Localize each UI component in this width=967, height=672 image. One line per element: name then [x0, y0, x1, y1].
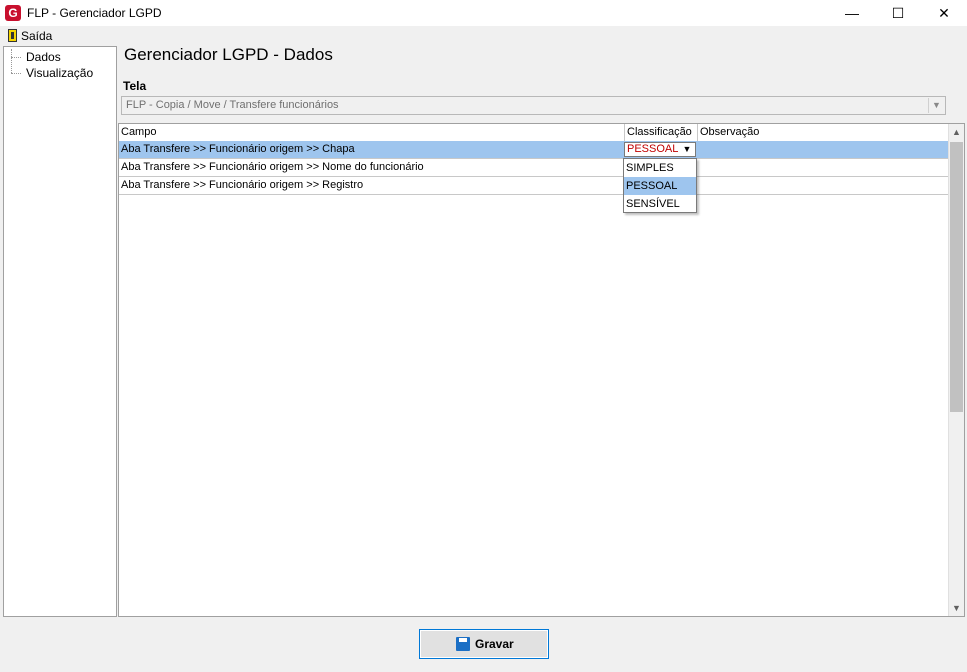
close-button[interactable]: ✕ [921, 0, 967, 26]
cell-campo[interactable]: Aba Transfere >> Funcionário origem >> N… [119, 159, 625, 176]
minimize-button[interactable]: — [829, 0, 875, 26]
tree-item-visualizacao[interactable]: Visualização [26, 65, 93, 81]
classificacao-editor[interactable]: PESSOAL ▼ [624, 142, 696, 157]
dropdown-option-pessoal[interactable]: PESSOAL [624, 177, 696, 195]
column-header-campo[interactable]: Campo [119, 124, 625, 141]
cell-observacao[interactable] [698, 177, 948, 194]
cell-campo[interactable]: Aba Transfere >> Funcionário origem >> C… [119, 141, 625, 158]
grid-header: Campo Classificação Observação [119, 124, 948, 142]
scrollbar-thumb[interactable] [950, 142, 963, 412]
exit-menu-item[interactable]: Saída [3, 27, 53, 44]
data-grid: Campo Classificação Observação Aba Trans… [118, 123, 965, 617]
navigation-tree: Dados Visualização [3, 46, 117, 617]
cell-campo[interactable]: Aba Transfere >> Funcionário origem >> R… [119, 177, 625, 194]
tree-connector [11, 49, 12, 73]
table-row[interactable]: Aba Transfere >> Funcionário origem >> C… [119, 141, 948, 159]
window-title: FLP - Gerenciador LGPD [27, 6, 162, 20]
cell-observacao[interactable] [698, 141, 948, 158]
dropdown-option-simples[interactable]: SIMPLES [624, 159, 696, 177]
tree-connector [11, 73, 21, 74]
maximize-button[interactable]: ☐ [875, 0, 921, 26]
tree-connector [11, 57, 21, 58]
chevron-down-icon[interactable]: ▼ [928, 98, 944, 113]
column-header-observacao[interactable]: Observação [698, 124, 948, 141]
scroll-down-icon[interactable]: ▼ [949, 600, 964, 616]
table-row[interactable]: Aba Transfere >> Funcionário origem >> N… [119, 159, 948, 177]
main-window: G FLP - Gerenciador LGPD — ☐ ✕ Saída Dad… [0, 0, 967, 672]
classificacao-dropdown-list: SIMPLES PESSOAL SENSÍVEL [623, 158, 697, 213]
title-bar: G FLP - Gerenciador LGPD — ☐ ✕ [0, 0, 967, 26]
exit-door-icon [8, 29, 17, 42]
page-title: Gerenciador LGPD - Dados [124, 45, 333, 64]
cell-observacao[interactable] [698, 159, 948, 176]
save-button[interactable]: Gravar [419, 629, 549, 659]
classificacao-editor-value: PESSOAL [627, 143, 679, 155]
floppy-disk-icon [456, 637, 470, 651]
menu-bar [0, 26, 967, 44]
tela-select-value: FLP - Copia / Move / Transfere funcionár… [126, 99, 339, 111]
app-logo-icon: G [5, 5, 21, 21]
save-button-label: Gravar [475, 637, 514, 651]
table-row[interactable]: Aba Transfere >> Funcionário origem >> R… [119, 177, 948, 195]
scroll-up-icon[interactable]: ▲ [949, 124, 964, 140]
chevron-down-icon[interactable]: ▼ [679, 143, 695, 156]
dropdown-option-sensivel[interactable]: SENSÍVEL [624, 195, 696, 213]
tela-label: Tela [123, 79, 147, 93]
vertical-scrollbar[interactable]: ▲ ▼ [948, 124, 964, 616]
tela-select[interactable]: FLP - Copia / Move / Transfere funcionár… [121, 96, 946, 115]
exit-menu-label: Saída [21, 29, 53, 43]
tree-item-dados[interactable]: Dados [26, 49, 61, 65]
column-header-classificacao[interactable]: Classificação [625, 124, 698, 141]
